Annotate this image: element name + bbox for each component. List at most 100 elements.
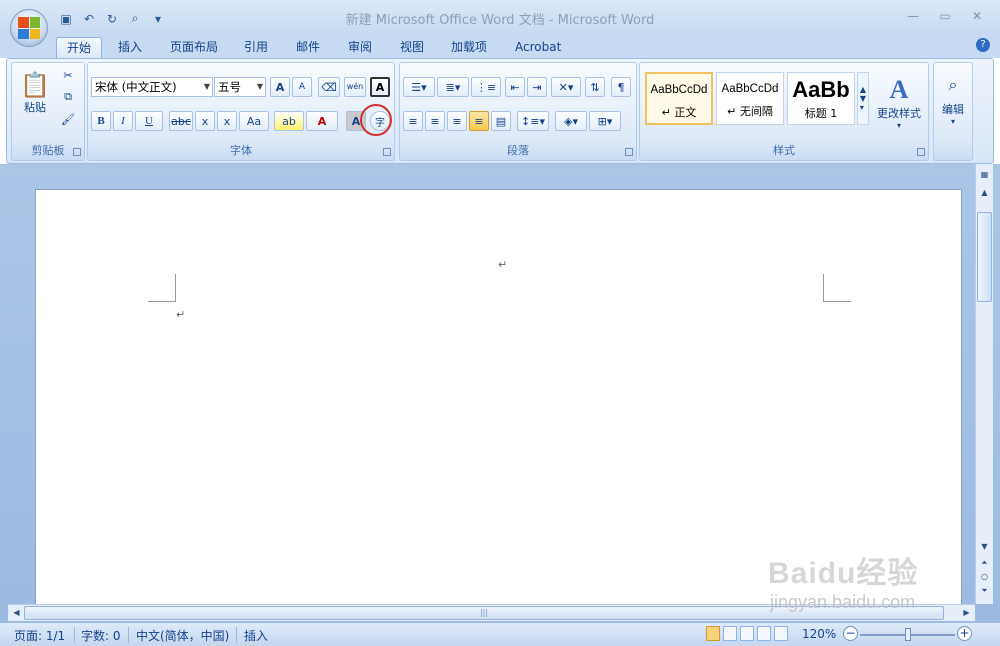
page-count[interactable]: 页面: 1/1: [14, 627, 65, 644]
scroll-down-icon[interactable]: ▼: [976, 540, 993, 554]
zoom-level[interactable]: 120%: [802, 627, 836, 641]
justify-icon[interactable]: ≡: [469, 111, 489, 131]
grow-font-button[interactable]: A: [270, 77, 290, 97]
change-case-button[interactable]: Aa: [239, 111, 269, 131]
phonetic-guide-button[interactable]: wén: [344, 77, 366, 97]
style-normal[interactable]: AaBbCcDd ↵ 正文: [645, 72, 713, 125]
minimize-icon[interactable]: —: [900, 6, 926, 26]
subscript-button[interactable]: x: [195, 111, 215, 131]
line-spacing-icon[interactable]: ↕≡▾: [517, 111, 549, 131]
tab-page-layout[interactable]: 页面布局: [160, 37, 228, 58]
chevron-down-icon: ▾: [896, 120, 901, 130]
clipboard-icon: 📋: [20, 71, 50, 99]
bold-button[interactable]: B: [91, 111, 111, 131]
tab-view[interactable]: 视图: [390, 37, 434, 58]
divider: [128, 627, 129, 643]
multilevel-list-icon[interactable]: ⋮≡: [471, 77, 501, 97]
superscript-button[interactable]: x: [217, 111, 237, 131]
scroll-up-icon[interactable]: ▲: [976, 186, 993, 200]
copy-icon[interactable]: ⧉: [60, 89, 76, 105]
strikethrough-button[interactable]: abc: [169, 111, 193, 131]
underline-button[interactable]: U: [135, 111, 163, 131]
font-name-combo[interactable]: 宋体 (中文正文) ▼: [91, 77, 213, 97]
clear-formatting-icon[interactable]: ⌫: [318, 77, 340, 97]
print-layout-view-icon[interactable]: [706, 626, 720, 641]
chinese-layout-icon[interactable]: ✕▾: [551, 77, 581, 97]
shrink-font-button[interactable]: A: [292, 77, 312, 97]
highlight-circle-annotation: [360, 104, 392, 136]
next-page-icon[interactable]: ⏷: [976, 584, 993, 598]
crop-mark-right: [823, 274, 851, 302]
tab-acrobat[interactable]: Acrobat: [505, 37, 571, 58]
font-size-combo[interactable]: 五号 ▼: [214, 77, 266, 97]
font-color-button[interactable]: A: [306, 111, 338, 131]
font-launcher-icon[interactable]: [383, 148, 391, 156]
bullets-icon[interactable]: ☰▾: [403, 77, 435, 97]
align-right-icon[interactable]: ≡: [447, 111, 467, 131]
scroll-right-icon[interactable]: ▶: [958, 606, 975, 620]
paragraph-launcher-icon[interactable]: [625, 148, 633, 156]
borders-icon[interactable]: ⊞▾: [589, 111, 621, 131]
clipboard-launcher-icon[interactable]: [73, 148, 81, 156]
styles-launcher-icon[interactable]: [917, 148, 925, 156]
distributed-icon[interactable]: ▤: [491, 111, 511, 131]
styles-group-label: 样式: [773, 144, 795, 157]
format-painter-icon[interactable]: 🖌: [60, 111, 76, 127]
show-marks-icon[interactable]: ¶: [611, 77, 631, 97]
zoom-in-icon[interactable]: +: [957, 626, 972, 641]
style-name: ↵ 正文: [661, 106, 697, 119]
change-styles-button[interactable]: A 更改样式 ▾: [872, 69, 926, 135]
style-heading-1[interactable]: AaBb 标题 1: [787, 72, 855, 125]
window-controls: — ▭ ✕: [900, 6, 990, 26]
cut-icon[interactable]: ✂: [60, 67, 76, 83]
web-layout-icon[interactable]: [740, 626, 754, 641]
zoom-slider-thumb[interactable]: [905, 628, 911, 641]
tab-add-ins[interactable]: 加载项: [441, 37, 497, 58]
browse-object-icon[interactable]: ○: [976, 570, 993, 584]
numbering-icon[interactable]: ≣▾: [437, 77, 469, 97]
language-indicator[interactable]: 中文(简体，中国): [136, 627, 229, 644]
outline-view-icon[interactable]: [757, 626, 771, 641]
maximize-icon[interactable]: ▭: [932, 6, 958, 26]
tab-review[interactable]: 审阅: [338, 37, 382, 58]
style-name: 标题 1: [804, 107, 838, 120]
chevron-down-icon: ▾: [950, 116, 955, 126]
help-icon[interactable]: ?: [976, 38, 990, 52]
highlight-color-icon[interactable]: ab: [274, 111, 304, 131]
full-screen-reading-icon[interactable]: [723, 626, 737, 641]
change-styles-icon: A: [889, 74, 909, 104]
insert-mode-indicator[interactable]: 插入: [244, 627, 268, 644]
zoom-slider[interactable]: [860, 628, 955, 641]
editing-button[interactable]: ⌕ 编辑 ▾: [936, 67, 970, 133]
paste-button[interactable]: 📋 粘贴: [18, 67, 52, 119]
tab-mailings[interactable]: 邮件: [286, 37, 330, 58]
tab-references[interactable]: 引用: [234, 37, 278, 58]
baidu-watermark-logo: Baidu经验: [768, 557, 919, 590]
align-left-icon[interactable]: ≡: [403, 111, 423, 131]
office-button[interactable]: [10, 9, 48, 47]
word-count[interactable]: 字数: 0: [81, 627, 121, 644]
previous-page-icon[interactable]: ⏶: [976, 556, 993, 570]
close-icon[interactable]: ✕: [964, 6, 990, 26]
tab-home[interactable]: 开始: [56, 37, 103, 58]
shading-icon[interactable]: ◈▾: [555, 111, 587, 131]
draft-view-icon[interactable]: [774, 626, 788, 641]
ruler-toggle-icon[interactable]: ▦: [976, 168, 993, 182]
italic-button[interactable]: I: [113, 111, 133, 131]
document-page[interactable]: ↵ ↵: [35, 189, 962, 609]
vertical-scroll-thumb[interactable]: [977, 212, 992, 302]
increase-indent-icon[interactable]: ⇥: [527, 77, 547, 97]
style-name: ↵ 无间隔: [727, 105, 773, 118]
styles-scroll-icon[interactable]: ▲ ▼ ▾: [857, 72, 869, 125]
scroll-left-icon[interactable]: ◀: [8, 606, 25, 620]
styles-group: AaBbCcDd ↵ 正文 AaBbCcDd ↵ 无间隔 AaBb 标题 1 ▲…: [639, 62, 929, 161]
decrease-indent-icon[interactable]: ⇤: [505, 77, 525, 97]
style-no-spacing[interactable]: AaBbCcDd ↵ 无间隔: [716, 72, 784, 125]
zoom-out-icon[interactable]: −: [843, 626, 858, 641]
sort-icon[interactable]: ⇅: [585, 77, 605, 97]
character-border-button[interactable]: A: [370, 77, 390, 97]
chevron-down-icon: ▼: [256, 82, 263, 91]
align-center-icon[interactable]: ≡: [425, 111, 445, 131]
tab-insert[interactable]: 插入: [108, 37, 152, 58]
vertical-scrollbar[interactable]: ▦ ▲ ▼ ⏶ ○ ⏷: [975, 164, 993, 604]
